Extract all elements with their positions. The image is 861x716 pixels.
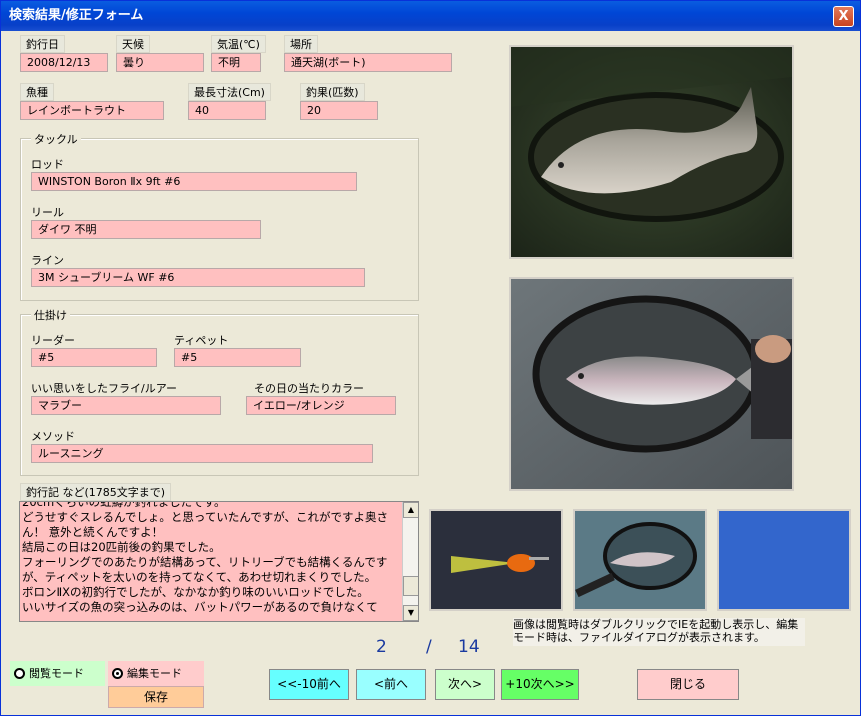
edit-mode-option[interactable]: 編集モード <box>108 661 204 686</box>
weather-field[interactable]: 曇り <box>116 53 204 72</box>
journal-textarea[interactable]: 20cmぐらいの虹鱒が釣れましたです。 どうせすぐスレるんでしょ。と思っていたん… <box>19 501 419 622</box>
catch-label: 釣果(匹数) <box>300 83 365 101</box>
temp-field[interactable]: 不明 <box>211 53 261 72</box>
weather-label: 天候 <box>116 35 150 53</box>
edit-mode-label: 編集モード <box>127 667 182 680</box>
reel-field[interactable]: ダイワ 不明 <box>31 220 261 239</box>
scroll-up-icon[interactable]: ▲ <box>403 502 418 518</box>
rod-label: ロッド <box>31 158 64 171</box>
window-title: 検索結果/修正フォーム <box>9 8 144 23</box>
rod-field[interactable]: WINSTON Boron Ⅱx 9ft #6 <box>31 172 357 191</box>
reel-label: リール <box>31 206 64 219</box>
pager-total: 14 <box>458 637 480 657</box>
tippet-label: ティペット <box>174 334 229 347</box>
tackle-frame-title: タックル <box>31 131 81 147</box>
fly-label: いい思いをしたフライ/ルアー <box>31 382 178 395</box>
species-label: 魚種 <box>20 83 54 101</box>
leader-label: リーダー <box>31 334 75 347</box>
place-field[interactable]: 通天湖(ボート) <box>284 53 452 72</box>
prev10-button[interactable]: <<-10前へ <box>269 669 349 700</box>
method-field[interactable]: ルースニング <box>31 444 373 463</box>
tippet-field[interactable]: #5 <box>174 348 301 367</box>
photo-1-image <box>511 47 792 257</box>
prev-button[interactable]: <前へ <box>356 669 426 700</box>
rig-frame-title: 仕掛け <box>31 307 70 323</box>
scroll-down-icon[interactable]: ▼ <box>403 605 418 621</box>
pager-separator: / <box>426 637 432 657</box>
view-mode-radio-icon[interactable] <box>14 668 25 679</box>
view-mode-label: 閲覧モード <box>29 667 84 680</box>
image-note: 画像は閲覧時はダブルクリックでIEを起動し表示し、編集モード時は、ファイルダイア… <box>513 618 805 646</box>
journal-text: 20cmぐらいの虹鱒が釣れましたです。 どうせすぐスレるんでしょ。と思っていたん… <box>22 501 389 614</box>
close-button[interactable]: 閉じる <box>637 669 739 700</box>
thumb-net[interactable] <box>573 509 707 611</box>
line-label: ライン <box>31 254 64 267</box>
leader-field[interactable]: #5 <box>31 348 157 367</box>
edit-mode-radio-icon[interactable] <box>112 668 123 679</box>
date-field[interactable]: 2008/12/13 <box>20 53 108 72</box>
method-label: メソッド <box>31 430 75 443</box>
close-window-button[interactable]: X <box>833 6 854 27</box>
scroll-thumb[interactable] <box>403 576 418 596</box>
thumb-fly[interactable] <box>429 509 563 611</box>
thumb-fly-image <box>431 511 561 609</box>
date-label: 釣行日 <box>20 35 65 53</box>
pager-current: 2 <box>376 637 387 657</box>
line-field[interactable]: 3M シューブリーム WF #6 <box>31 268 365 287</box>
next-button[interactable]: 次へ> <box>435 669 495 700</box>
color-label: その日の当たりカラー <box>254 382 364 395</box>
species-field[interactable]: レインボートラウト <box>20 101 164 120</box>
form-window: 検索結果/修正フォーム X 釣行日 2008/12/13 天候 曇り 気温(℃)… <box>0 0 861 716</box>
maxlen-label: 最長寸法(Cm) <box>188 83 271 101</box>
color-field[interactable]: イエロー/オレンジ <box>246 396 396 415</box>
save-button[interactable]: 保存 <box>108 686 204 708</box>
photo-2-image <box>511 279 792 489</box>
journal-label: 釣行記 など(1785文字まで) <box>20 483 172 501</box>
maxlen-field[interactable]: 40 <box>188 101 266 120</box>
catch-field[interactable]: 20 <box>300 101 378 120</box>
title-bar: 検索結果/修正フォーム X <box>1 1 860 31</box>
view-mode-option[interactable]: 閲覧モード <box>10 661 105 686</box>
thumb-net-image <box>575 511 705 609</box>
temp-label: 気温(℃) <box>211 35 266 53</box>
fly-field[interactable]: マラブー <box>31 396 221 415</box>
journal-scrollbar[interactable]: ▲ ▼ <box>402 502 418 621</box>
photo-1[interactable] <box>509 45 794 259</box>
next10-button[interactable]: +10次へ>> <box>501 669 579 700</box>
place-label: 場所 <box>284 35 318 53</box>
photo-2[interactable] <box>509 277 794 491</box>
thumb-empty[interactable] <box>717 509 851 611</box>
